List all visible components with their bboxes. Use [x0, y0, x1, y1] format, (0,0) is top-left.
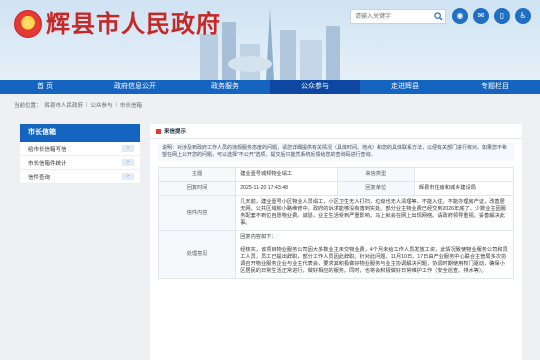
breadcrumb-mayor-mailbox[interactable]: 市长信箱	[120, 101, 142, 109]
reply-time-label: 回复时间	[157, 181, 237, 196]
nav-public-participation[interactable]: 公众参与	[270, 80, 360, 94]
section-header: 来信提示	[150, 124, 522, 139]
sidebar-item-write-letter[interactable]: 给市长信箱写信 ›	[20, 142, 140, 156]
weibo-icon[interactable]: ◉	[452, 8, 468, 24]
section-marker-icon	[156, 128, 161, 134]
breadcrumb-separator: |	[115, 102, 117, 108]
table-row: 主题 建业壹号城邦物业塌工 来信类型	[157, 167, 515, 182]
chevron-right-icon: ›	[122, 173, 134, 180]
nav-about-huixian[interactable]: 走进辉县	[360, 80, 450, 94]
reply-time-value: 2025-11-20 17:43:48	[235, 181, 338, 196]
breadcrumb: 当前位置： 辉县市人民政府 | 公众参与 | 市长信箱	[14, 100, 142, 110]
search-icon[interactable]	[434, 12, 443, 21]
breadcrumb-prefix: 当前位置：	[14, 103, 42, 109]
subject-value: 建业壹号城邦物业塌工	[235, 167, 338, 182]
table-row: 回复时间 2025-11-20 17:43:48 回复单位 辉县市住房和城乡建设…	[157, 181, 515, 196]
breadcrumb-public-participation[interactable]: 公众参与	[90, 101, 112, 109]
content-label: 信件内容	[157, 195, 237, 231]
search-input[interactable]	[351, 10, 435, 23]
sidebar-item-label: 市长信箱件统计	[28, 160, 67, 167]
opinion-greeting: 回复内容如下：	[240, 234, 277, 240]
main-nav: 首 页 政府信息公开 政务服务 公众参与 走进辉县 专题栏目	[0, 80, 540, 94]
nav-special-topics[interactable]: 专题栏目	[450, 80, 540, 94]
table-row: 信件内容 几天前，建业壹号小区物业人员塌工，小区卫生无人打扫，垃圾也无人清理等，…	[157, 195, 514, 231]
chevron-right-icon: ›	[122, 145, 134, 152]
nav-home[interactable]: 首 页	[0, 80, 90, 94]
nav-info-disclosure[interactable]: 政府信息公开	[90, 80, 180, 94]
header-icon-group: ◉ ✉ ▯ ♿	[452, 8, 531, 24]
breadcrumb-home[interactable]: 辉县市人民政府	[45, 101, 84, 109]
subject-label: 主题	[157, 167, 237, 182]
breadcrumb-separator: |	[86, 102, 88, 108]
reply-unit-label: 回复单位	[336, 181, 415, 196]
accessibility-icon[interactable]: ♿	[515, 8, 531, 24]
national-emblem-icon: ★	[14, 10, 42, 38]
opinion-value: 经核实，该项目物业服务公司因大多数业主未交物业费，4个月未给工作人员发放工资，此…	[240, 247, 508, 274]
notice-text: 说明：对涉及到政府工作人员的违规服务态度的问题，请您详细提供有关情况（具体时间、…	[158, 143, 514, 161]
opinion-label: 处理意见	[157, 230, 237, 279]
site-header: ★ 辉县市人民政府 ◉ ✉ ▯ ♿	[0, 0, 540, 80]
wechat-icon[interactable]: ✉	[473, 8, 489, 24]
sidebar-title: 市长信箱	[20, 124, 140, 142]
search-box[interactable]	[350, 9, 446, 24]
type-label: 来信类型	[336, 167, 415, 182]
section-title: 来信提示	[164, 129, 187, 135]
nav-government-services[interactable]: 政务服务	[180, 80, 270, 94]
opinion-cell: 回复内容如下： 经核实，该项目物业服务公司因大多数业主未交物业费，4个月未给工作…	[235, 230, 514, 279]
sidebar-item-label: 信件查询	[28, 174, 51, 181]
type-value	[413, 167, 515, 182]
table-row: 处理意见 回复内容如下： 经核实，该项目物业服务公司因大多数业主未交物业费，4个…	[157, 230, 514, 279]
sidebar: 市长信箱 给市长信箱写信 › 市长信箱件统计 › 信件查询 ›	[20, 124, 140, 184]
content-value: 几天前，建业壹号小区物业人员塌工，小区卫生无人打扫，垃圾也无人清理等，不能入住，…	[235, 195, 514, 231]
chevron-right-icon: ›	[122, 159, 134, 166]
sidebar-item-query[interactable]: 信件查询 ›	[20, 170, 140, 184]
sidebar-item-statistics[interactable]: 市长信箱件统计 ›	[20, 156, 140, 170]
site-title: 辉县市人民政府	[46, 9, 221, 38]
mobile-icon[interactable]: ▯	[494, 8, 510, 24]
letter-info-table: 主题 建业壹号城邦物业塌工 来信类型 回复时间 2025-11-20 17:43…	[157, 167, 515, 279]
letter-detail-panel: 来信提示 说明：对涉及到政府工作人员的违规服务态度的问题，请您详细提供有关情况（…	[150, 124, 522, 360]
sidebar-item-label: 给市长信箱写信	[28, 146, 67, 153]
reply-unit-value: 辉县市住房和城乡建设局	[413, 181, 515, 196]
